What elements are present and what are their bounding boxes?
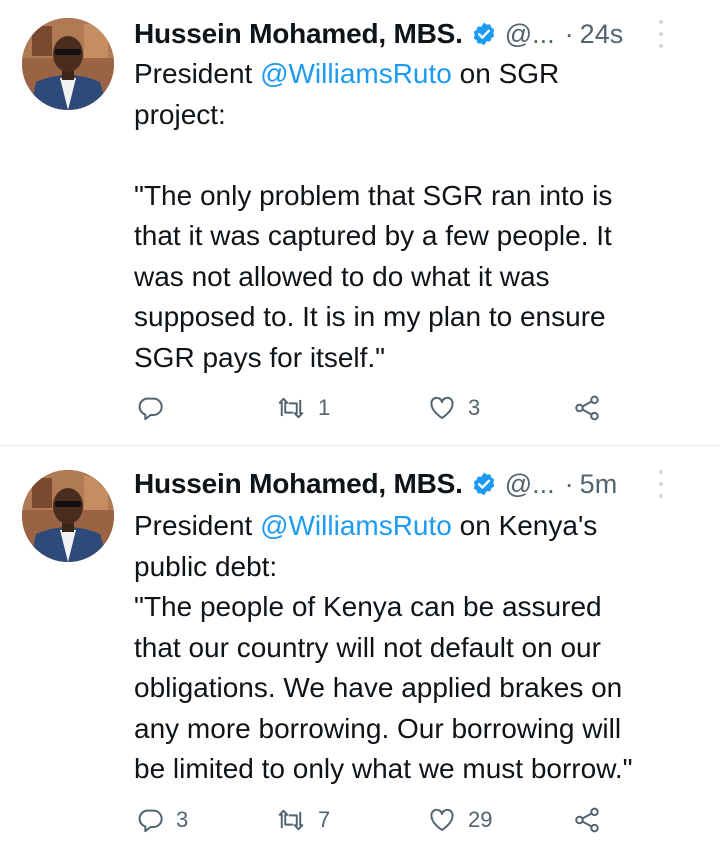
share-button[interactable] (572, 388, 602, 428)
like-count: 29 (468, 807, 493, 832)
like-button[interactable]: 29 (428, 800, 492, 840)
tweet-text: President @WilliamsRuto on Kenya's publi… (134, 506, 704, 790)
like-icon (428, 806, 456, 834)
share-button[interactable] (572, 800, 602, 840)
reply-icon (136, 394, 164, 422)
verified-badge-icon (471, 21, 497, 47)
mention-link[interactable]: @WilliamsRuto (260, 510, 452, 541)
like-button[interactable]: 3 (428, 388, 480, 428)
reply-count: 3 (176, 807, 189, 832)
reply-button[interactable]: 3 (136, 800, 188, 840)
avatar[interactable] (22, 18, 114, 110)
tweet-actions: 1 3 (0, 388, 720, 428)
share-icon (572, 805, 602, 835)
verified-badge-icon (471, 471, 497, 497)
tweet[interactable]: Hussein Mohamed, MBS. @... · 5m Presiden… (0, 446, 720, 842)
reply-icon (136, 806, 164, 834)
like-icon (428, 394, 456, 422)
author-handle[interactable]: @... (505, 469, 555, 500)
tweet-text-start: President (134, 510, 261, 541)
author-handle[interactable]: @... (505, 19, 555, 50)
avatar[interactable] (22, 470, 114, 562)
tweet[interactable]: Hussein Mohamed, MBS. @... · 24s Preside… (0, 0, 720, 445)
like-count: 3 (468, 395, 481, 420)
retweet-count: 7 (318, 807, 331, 832)
mention-link[interactable]: @WilliamsRuto (260, 58, 452, 89)
author-name[interactable]: Hussein Mohamed, MBS. (134, 18, 463, 50)
tweet-text-start: President (134, 58, 261, 89)
reply-button[interactable] (136, 388, 176, 428)
tweet-header: Hussein Mohamed, MBS. @... · 24s (134, 14, 694, 54)
separator-dot: · (564, 468, 574, 499)
separator-dot: · (564, 18, 574, 49)
retweet-button[interactable]: 1 (276, 388, 330, 428)
more-icon[interactable] (656, 470, 666, 498)
timestamp[interactable]: 5m (580, 469, 618, 500)
retweet-count: 1 (318, 395, 331, 420)
tweet-text-rest: on SGR project: "The only problem that S… (134, 58, 613, 373)
timestamp[interactable]: 24s (580, 19, 624, 50)
tweet-header: Hussein Mohamed, MBS. @... · 5m (134, 464, 694, 504)
more-icon[interactable] (656, 20, 666, 48)
tweet-text: President @WilliamsRuto on SGR project: … (134, 54, 704, 378)
share-icon (572, 393, 602, 423)
retweet-icon (276, 806, 306, 834)
tweet-text-rest: on Kenya's public debt: "The people of K… (134, 510, 633, 784)
retweet-button[interactable]: 7 (276, 800, 330, 840)
tweet-actions: 3 7 29 (0, 800, 720, 840)
retweet-icon (276, 394, 306, 422)
author-name[interactable]: Hussein Mohamed, MBS. (134, 468, 463, 500)
